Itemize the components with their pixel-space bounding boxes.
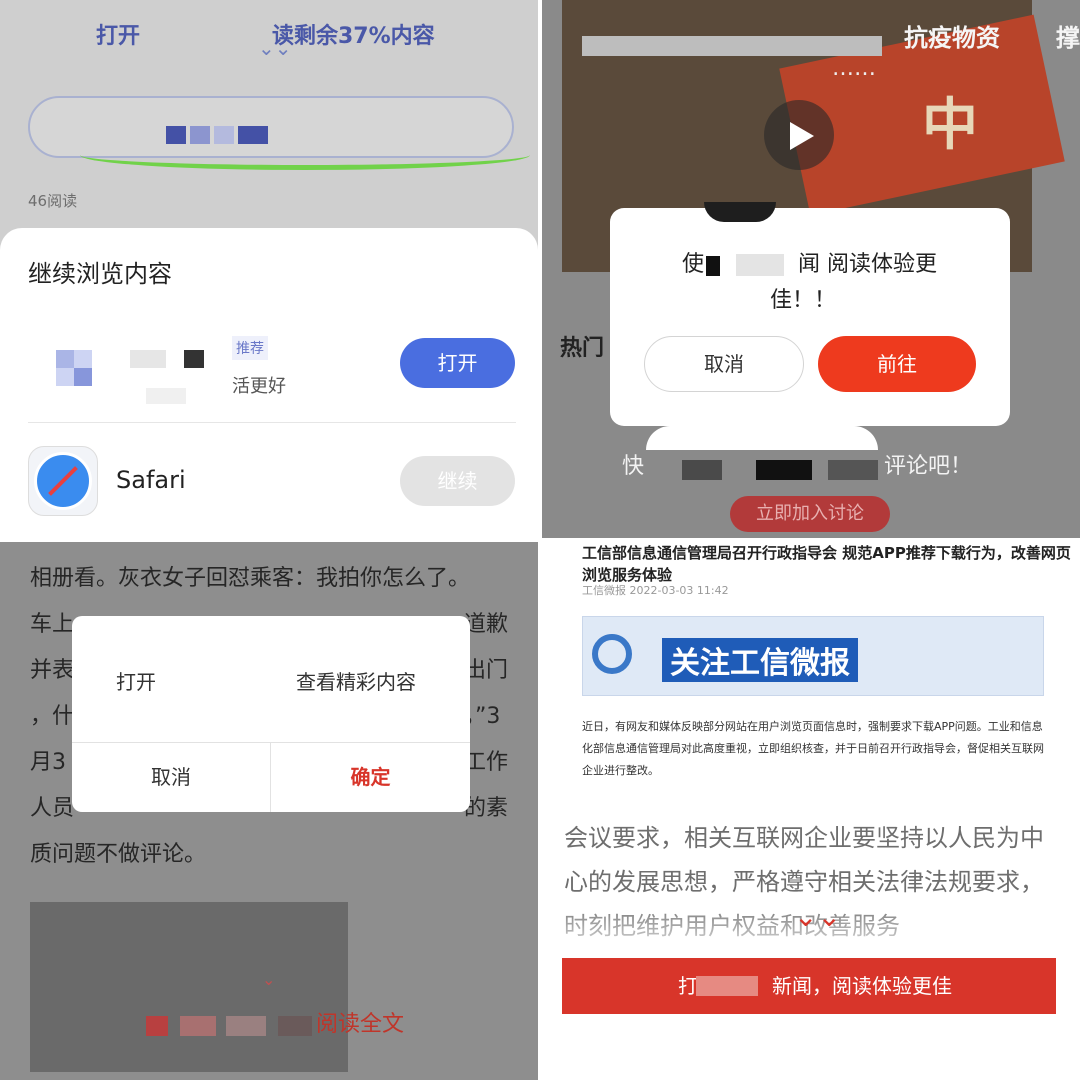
open-app-bar-label: 新闻，阅读体验更佳 [772,974,952,998]
censor-block [226,1016,266,1036]
read-full-text-link[interactable]: 阅读全文 [316,1006,404,1038]
goto-button[interactable]: 前往 [818,336,976,392]
censor-block [756,460,812,480]
app-name-censored [130,350,166,368]
paragraph-line-end: 出门 [464,658,509,683]
dialog-message-c: 佳！！ [770,288,837,313]
paragraph-line-end: 的素 [464,796,509,821]
app-name-censored [184,350,204,368]
paragraph-line-end: 工作 [464,750,509,775]
speech-bubble-bottom [646,426,878,450]
join-discussion-button[interactable]: 立即加入讨论 [730,496,890,532]
censor-block [706,256,720,276]
paragraph-line: 月3 [30,750,66,775]
paragraph-line: ，什 [30,704,75,729]
censor-block [736,254,784,276]
chevron-down-icon[interactable]: ⌄⌄ [794,900,841,933]
paragraph-line: 人员 [30,796,75,821]
article-paragraph: 近日，有网友和媒体反映部分网站在用户浏览页面信息时，强制要求下载APP问题。工业… [582,720,1044,777]
comment-prompt-end: 评论吧！ [884,454,973,479]
screenshot-grid: ⌄⌄ 打开 读剩余37%内容 46阅读 继续浏览内容 推荐 活更好 打开 Saf… [0,0,1080,1080]
sheet-title: 继续浏览内容 [28,260,172,288]
open-app-button[interactable]: 打开 [400,338,515,388]
speech-bubble-top [704,202,776,222]
censor-block [682,460,722,480]
divider [28,422,516,423]
paragraph-line: 并表 [30,658,75,683]
title-censored [582,36,882,56]
app-subtitle: 活更好 [232,376,286,397]
article-image [30,902,348,1072]
banner-character: 中 [922,93,978,158]
open-pill-label-left: 打开 [96,24,141,49]
open-app-bar[interactable]: 打 新闻，阅读体验更佳 [562,958,1056,1014]
censor-block [180,1016,216,1036]
paragraph-line-end: 道歉 [464,612,509,637]
article-source: 工信微报 2022-03-03 11:42 [582,584,729,597]
app-icon-part [56,368,74,386]
open-app-dialog [610,208,1010,426]
highlight-scribble [80,140,530,170]
dialog-message-a: 使 [682,252,705,277]
cancel-button[interactable]: 取消 [644,336,804,392]
chevron-down-icon[interactable]: ⌄ [262,970,275,989]
paragraph-line: 相册看。灰衣女子回怼乘客：我拍你怎么了。 [30,566,471,591]
app-icon-part [74,368,92,386]
app-sub-censored [146,388,186,404]
panel-video-dialog: 中 抗疫物资 撑 …… 热门 使 闻 阅读体验更 佳！！ 取消 前往 快 评论吧… [542,0,1080,538]
gear-icon [592,634,632,674]
open-pill-label-right: 读剩余37%内容 [272,24,435,49]
article-headline: 工信部信息通信管理局召开行政指导会 规范APP推荐下载行为，改善网页浏览服务体验 [582,544,1071,584]
read-count: 46阅读 [28,192,78,210]
panel-article-page: 工信部信息通信管理局召开行政指导会 规范APP推荐下载行为，改善网页浏览服务体验… [542,542,1080,1080]
cancel-button[interactable]: 取消 [72,742,270,812]
video-caption: …… [832,56,876,81]
panel-confirm-dialog: 相册看。灰衣女子回怼乘客：我拍你怎么了。 车上 道歉 并表 出门 ，什 ，”3 … [0,542,538,1080]
hot-section-title: 热门 [560,336,605,361]
paragraph-line: 质问题不做评论。 [30,842,207,867]
safari-label: Safari [116,466,186,494]
censor-block [146,1016,168,1036]
dialog-open-label: 打开 [116,670,156,694]
play-triangle [790,122,814,150]
tab-next[interactable]: 撑 [1056,18,1080,53]
censor-block [696,976,758,996]
continue-button[interactable]: 继续 [400,456,515,506]
dialog-view-label: 查看精彩内容 [296,670,416,694]
panel-continue-browsing: ⌄⌄ 打开 读剩余37%内容 46阅读 继续浏览内容 推荐 活更好 打开 Saf… [0,0,538,538]
paragraph-line: 车上 [30,612,75,637]
recommend-tag: 推荐 [232,336,268,360]
open-app-bar-prefix: 打 [678,974,698,998]
tab-anti-epidemic[interactable]: 抗疫物资 [904,18,1000,53]
confirm-button[interactable]: 确定 [271,742,470,812]
app-icon [56,350,74,368]
censor-block [278,1016,312,1036]
app-icon-part [74,350,92,368]
banner-text: 关注工信微报 [662,638,858,682]
censor-block [828,460,878,480]
dialog-message-b: 闻 阅读体验更 [798,252,937,277]
comment-prompt-start: 快 [622,454,645,479]
